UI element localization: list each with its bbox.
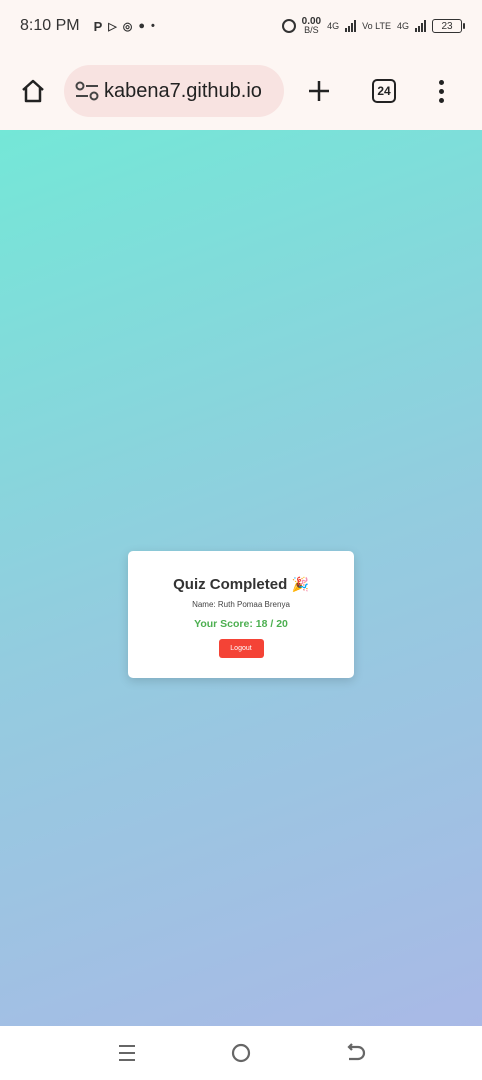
logout-button[interactable]: Logout [218, 639, 264, 658]
system-status: 0.00 B/S 4G Vo LTE 4G 23 [281, 16, 465, 35]
system-navigation-bar [0, 1026, 482, 1080]
quiz-completed-title: Quiz Completed 🎉 [173, 576, 309, 593]
notification-icons: P ▷ ◎ ● • [94, 19, 155, 34]
circle-home-icon [231, 1043, 251, 1063]
tune-icon[interactable] [74, 80, 100, 102]
alarm-icon [281, 19, 296, 33]
web-page-content: Quiz Completed 🎉 Name: Ruth Pomaa Brenya… [0, 130, 482, 1026]
recents-icon [119, 1045, 135, 1061]
back-button[interactable] [335, 1033, 375, 1073]
more-notifications-dot-icon: • [151, 20, 155, 32]
sim2-network-type: 4G [396, 21, 409, 31]
home-button[interactable] [18, 76, 48, 106]
party-popper-icon: 🎉 [291, 576, 309, 592]
more-vert-icon[interactable] [436, 79, 446, 103]
parking-app-icon: P [93, 18, 103, 34]
recents-button[interactable] [107, 1033, 147, 1073]
play-store-icon: ▷ [108, 20, 117, 33]
chat-icon: ● [138, 20, 145, 32]
sim1-signal-icon [345, 20, 357, 32]
quiz-result-card: Quiz Completed 🎉 Name: Ruth Pomaa Brenya… [128, 551, 354, 678]
browser-toolbar: kabena7.github.io 24 [0, 52, 482, 130]
home-nav-button[interactable] [221, 1033, 261, 1073]
battery-level: 23 [441, 20, 453, 32]
quiz-score: Your Score: 18 / 20 [194, 618, 288, 630]
status-time: 8:10 PM [20, 17, 80, 34]
home-icon [22, 79, 44, 103]
address-bar[interactable]: kabena7.github.io [64, 65, 284, 117]
volte-label: Vo LTE [362, 21, 391, 31]
status-bar: 8:10 PM P ▷ ◎ ● • 0.00 B/S 4G Vo LTE 4G … [0, 0, 482, 52]
plus-icon [309, 81, 329, 101]
url-text[interactable]: kabena7.github.io [104, 80, 262, 103]
whatsapp-icon: ◎ [122, 20, 133, 33]
network-speed: 0.00 B/S [301, 16, 322, 35]
battery-icon: 23 [432, 19, 465, 33]
sim2-signal-icon [415, 20, 426, 32]
back-icon [347, 1043, 366, 1061]
participant-name: Name: Ruth Pomaa Brenya [192, 600, 290, 609]
new-tab-button[interactable] [304, 76, 334, 106]
sim1-network-type: 4G [327, 21, 340, 31]
tab-switcher-button[interactable]: 24 [372, 79, 396, 103]
